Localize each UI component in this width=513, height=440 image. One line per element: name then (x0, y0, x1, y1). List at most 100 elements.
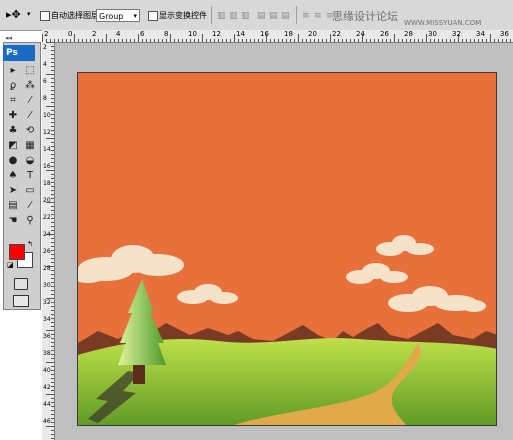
ruler-tick (51, 310, 54, 311)
ruler-tick (51, 110, 54, 111)
eyedropper-tool-icon[interactable]: ⁄ (23, 94, 37, 108)
ruler-tick (102, 39, 103, 42)
ruler-tick (370, 39, 371, 42)
auto-select-checkbox[interactable] (40, 11, 50, 21)
ruler-number: 20 (43, 197, 51, 204)
ruler-tick (51, 162, 54, 163)
healing-tool-icon[interactable]: ✚ (6, 109, 20, 123)
align-left-icon[interactable]: ▤ (257, 11, 267, 21)
ruler-tick (198, 39, 199, 42)
ruler-tick (274, 39, 275, 42)
ruler-tick (51, 122, 54, 123)
ruler-tick (51, 82, 54, 83)
ruler-tick (162, 39, 163, 42)
ruler-tick (51, 250, 54, 251)
ruler-number: 28 (404, 30, 413, 38)
ruler-number: 22 (332, 30, 341, 38)
ruler-tick (294, 39, 295, 42)
ruler-tick (310, 39, 311, 42)
ruler-tick (190, 39, 191, 42)
ruler-number: 14 (43, 146, 51, 153)
ruler-tick (194, 39, 195, 42)
ruler-tick (42, 34, 43, 42)
align-vcenter-icon[interactable]: ▥ (229, 11, 239, 21)
ruler-tick (51, 66, 54, 67)
distribute-top-icon[interactable]: ≡ (302, 11, 311, 21)
toolbox-collapse-icon[interactable]: ◂◂ (5, 34, 12, 42)
show-transform-label: 显示变换控件 (159, 11, 207, 20)
align-hcenter-icon[interactable]: ▤ (269, 11, 279, 21)
ruler-number: 26 (380, 30, 389, 38)
distribute-vcenter-icon[interactable]: ≡ (314, 11, 323, 21)
brush-tool-icon[interactable]: ⁄ (23, 109, 37, 123)
path-select-tool-icon[interactable]: ➤ (6, 184, 20, 198)
align-right-icon[interactable]: ▤ (281, 11, 291, 21)
default-colors-icon[interactable]: ◪ (7, 261, 14, 269)
ruler-tick (398, 39, 399, 42)
marquee-tool-icon[interactable]: ⬚ (23, 64, 37, 78)
align-top-icon[interactable]: ▥ (217, 11, 227, 21)
align-bottom-icon[interactable]: ▥ (241, 11, 251, 21)
ruler-tick (51, 130, 54, 131)
move-tool-icon[interactable]: ▸✥ (6, 8, 21, 21)
ruler-tick (46, 362, 54, 363)
ruler-tick (346, 39, 347, 42)
move-tool-icon[interactable]: ▸ (6, 64, 20, 78)
notes-tool-icon[interactable]: ▤ (6, 199, 20, 213)
ruler-tick (51, 278, 54, 279)
ruler-tick (51, 346, 54, 347)
document-canvas[interactable] (77, 72, 497, 426)
lasso-tool-icon[interactable]: ϼ (6, 79, 20, 93)
swap-colors-icon[interactable]: ↰ (27, 240, 33, 248)
gradient-tool-icon[interactable]: ▦ (23, 139, 37, 153)
type-tool-icon[interactable]: T (23, 169, 37, 183)
ruler-tick (234, 34, 235, 42)
ruler-number: 20 (308, 30, 317, 38)
zoom-tool-icon[interactable]: ⚲ (23, 214, 37, 228)
ruler-number: 24 (43, 231, 51, 238)
ruler-tick (262, 39, 263, 42)
ruler-number: 10 (43, 112, 51, 119)
ruler-tick (254, 39, 255, 42)
ruler-tick (142, 39, 143, 42)
ruler-tick (214, 39, 215, 42)
magic-wand-tool-icon[interactable]: ⁂ (23, 79, 37, 93)
ruler-tick (298, 34, 299, 42)
ruler-tick (46, 42, 54, 43)
blur-tool-icon[interactable]: ● (6, 154, 20, 168)
auto-select-target-dropdown[interactable]: Group ▾ (96, 9, 140, 22)
hand-tool-icon[interactable]: ☚ (6, 214, 20, 228)
ruler-tick (426, 34, 427, 42)
ruler-tick (51, 78, 54, 79)
pen-tool-icon[interactable]: ♠ (6, 169, 20, 183)
ruler-number: 2 (44, 30, 49, 38)
dodge-tool-icon[interactable]: ◒ (23, 154, 37, 168)
ruler-tick (51, 134, 54, 135)
ruler-number: 22 (43, 214, 51, 221)
history-brush-tool-icon[interactable]: ⟲ (23, 124, 37, 138)
eraser-tool-icon[interactable]: ◩ (6, 139, 20, 153)
crop-tool-icon[interactable]: ⌗ (6, 94, 20, 108)
shape-tool-icon[interactable]: ▭ (23, 184, 37, 198)
ruler-tick (51, 378, 54, 379)
show-transform-checkbox[interactable] (148, 11, 158, 21)
ruler-tick (51, 386, 54, 387)
ruler-number: 30 (43, 282, 51, 289)
foreground-color-swatch[interactable] (9, 244, 25, 260)
tool-preset-arrow-icon[interactable]: ▾ (27, 10, 31, 18)
ruler-number: 42 (43, 384, 51, 391)
ruler-number: 28 (43, 265, 51, 272)
auto-select-label: 自动选择图层 (51, 11, 99, 20)
ruler-number: 40 (43, 367, 51, 374)
stamp-tool-icon[interactable]: ♣ (6, 124, 20, 138)
ruler-tick (58, 39, 59, 42)
ruler-tick (51, 158, 54, 159)
ruler-tick (482, 39, 483, 42)
ruler-tick (51, 226, 54, 227)
screen-mode-icon[interactable] (13, 295, 29, 307)
eyedropper-tool-2-icon[interactable]: ⁄ (23, 199, 37, 213)
ruler-tick (46, 394, 54, 395)
ruler-tick (114, 39, 115, 42)
ruler-tick (470, 39, 471, 42)
quick-mask-icon[interactable] (14, 278, 28, 290)
